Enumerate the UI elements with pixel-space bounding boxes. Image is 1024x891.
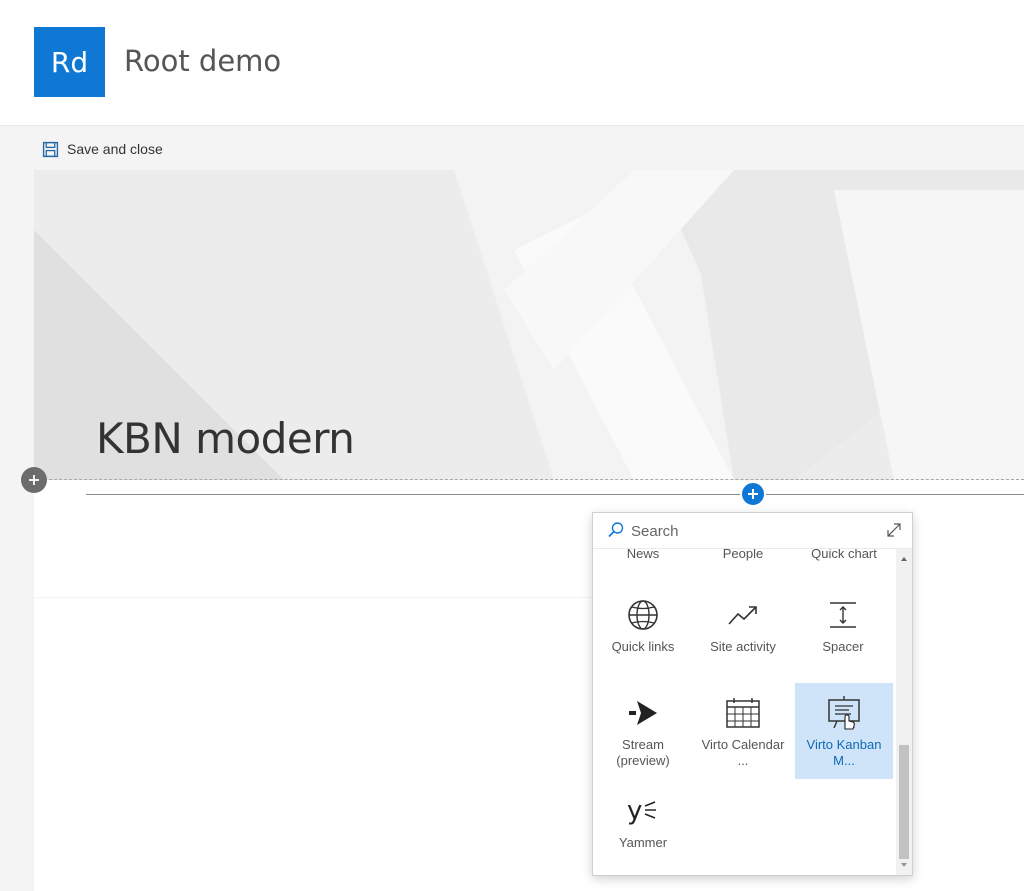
search-icon <box>608 522 624 538</box>
toolbox-item-quick-links[interactable]: Quick links <box>594 585 692 681</box>
toolbox-item-label: Spacer <box>822 639 864 654</box>
toolbox-item-virto-calendar[interactable]: Virto Calendar ... <box>694 683 792 779</box>
toolbox-item-label: Quick links <box>611 639 675 654</box>
toolbox-search-input[interactable] <box>631 521 861 541</box>
toolbox-item-quick-chart[interactable]: Quick chart <box>794 549 894 561</box>
partial-row: News People Quick chart <box>593 549 896 563</box>
svg-text:y: y <box>627 796 642 826</box>
save-icon <box>42 141 59 157</box>
scroll-down-arrow-icon[interactable] <box>901 863 907 867</box>
add-section-button[interactable] <box>21 467 47 493</box>
calendar-icon <box>725 695 761 731</box>
plus-icon <box>29 475 39 485</box>
toolbox-search-bar <box>593 513 912 549</box>
webpart-toolbox: News People Quick chart Quick links <box>592 512 913 876</box>
toolbox-item-label: Site activity <box>710 639 776 654</box>
toolbox-item-label: Virto Calendar ... <box>701 737 785 768</box>
site-title[interactable]: Root demo <box>124 44 281 78</box>
scrollbar-thumb[interactable] <box>899 745 909 859</box>
stream-icon <box>625 695 661 731</box>
scroll-up-arrow-icon[interactable] <box>901 557 907 561</box>
expand-icon[interactable] <box>885 521 903 539</box>
toolbox-item-people[interactable]: People <box>693 549 793 561</box>
toolbox-item-label: Yammer <box>618 835 668 850</box>
yammer-icon: y <box>625 793 661 829</box>
globe-icon <box>625 597 661 633</box>
toolbox-item-spacer[interactable]: Spacer <box>794 585 892 681</box>
column-divider <box>34 597 592 598</box>
plus-icon <box>748 489 758 499</box>
save-and-close-label: Save and close <box>67 141 163 157</box>
site-header: Rd Root demo <box>0 0 1024 126</box>
section-divider <box>34 479 1024 480</box>
toolbox-item-label: Virto Kanban M... <box>806 737 882 768</box>
toolbox-item-site-activity[interactable]: Site activity <box>694 585 792 681</box>
toolbox-item-yammer[interactable]: y Yammer <box>594 781 692 875</box>
toolbox-item-news[interactable]: News <box>593 549 693 561</box>
toolbox-item-list: News People Quick chart Quick links Site… <box>593 549 896 875</box>
page-title[interactable]: KBN modern <box>96 414 355 463</box>
webpart-insert-line <box>86 494 1024 495</box>
toolbox-scrollbar[interactable] <box>896 549 912 875</box>
add-webpart-button[interactable] <box>740 481 766 507</box>
spacer-icon <box>825 597 861 633</box>
site-logo[interactable]: Rd <box>34 27 105 97</box>
toolbox-item-label: Stream (preview) <box>616 737 670 768</box>
kanban-icon <box>826 695 862 731</box>
trend-icon <box>725 597 761 633</box>
toolbox-item-virto-kanban[interactable]: Virto Kanban M... <box>795 683 893 779</box>
toolbox-item-stream[interactable]: Stream (preview) <box>594 683 692 779</box>
save-and-close-button[interactable]: Save and close <box>42 138 163 160</box>
